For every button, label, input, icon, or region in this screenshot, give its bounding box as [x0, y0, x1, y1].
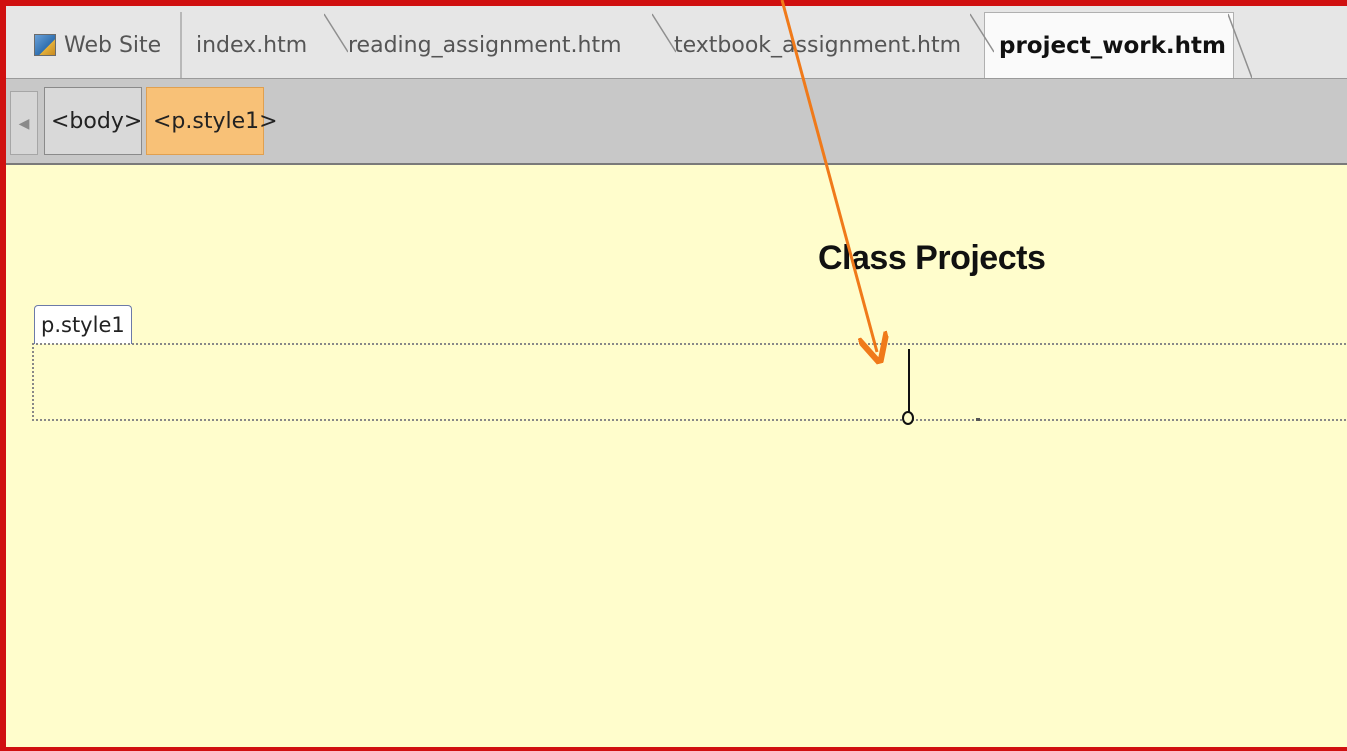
document-tab-bar: Web Site index.htm reading_assignment.ht…: [6, 6, 1347, 79]
page-heading[interactable]: Class Projects: [818, 239, 1046, 278]
crumb-p-style1-tag[interactable]: <p.style1>: [146, 87, 278, 155]
tab-divider: [1228, 13, 1252, 78]
tab-project-work-htm[interactable]: project_work.htm: [984, 12, 1234, 78]
tab-divider: [652, 13, 676, 53]
globe-icon: [34, 34, 56, 56]
crumb-label: <body>: [51, 108, 143, 134]
design-view[interactable]: Class Projects p.style1: [6, 165, 1347, 747]
tab-divider: [970, 13, 994, 53]
tab-label: reading_assignment.htm: [348, 32, 622, 58]
tab-web-site[interactable]: Web Site: [6, 12, 182, 78]
tab-label: index.htm: [196, 32, 308, 58]
selected-paragraph[interactable]: [32, 343, 1347, 421]
tab-label: project_work.htm: [999, 32, 1226, 59]
tab-divider: [324, 13, 348, 53]
editor-window: Web Site index.htm reading_assignment.ht…: [0, 0, 1347, 751]
paragraph-end-marker: [976, 418, 980, 421]
paragraph-tag-label[interactable]: p.style1: [34, 305, 132, 344]
text-cursor: [908, 349, 910, 413]
scroll-left-button[interactable]: ◀: [10, 91, 38, 155]
tab-textbook-assignment-htm[interactable]: textbook_assignment.htm: [664, 12, 982, 78]
crumb-label: <p.style1>: [153, 108, 278, 134]
tab-reading-assignment-htm[interactable]: reading_assignment.htm: [334, 12, 664, 78]
chevron-left-icon: ◀: [18, 114, 30, 131]
tab-label: Web Site: [64, 32, 162, 58]
quick-tag-selector-bar: ◀ <body> <p.style1>: [6, 79, 1347, 165]
crumb-body-tag[interactable]: <body>: [44, 87, 142, 155]
resize-handle[interactable]: [902, 411, 914, 425]
tab-index-htm[interactable]: index.htm: [184, 12, 334, 78]
tab-label: textbook_assignment.htm: [674, 32, 961, 58]
